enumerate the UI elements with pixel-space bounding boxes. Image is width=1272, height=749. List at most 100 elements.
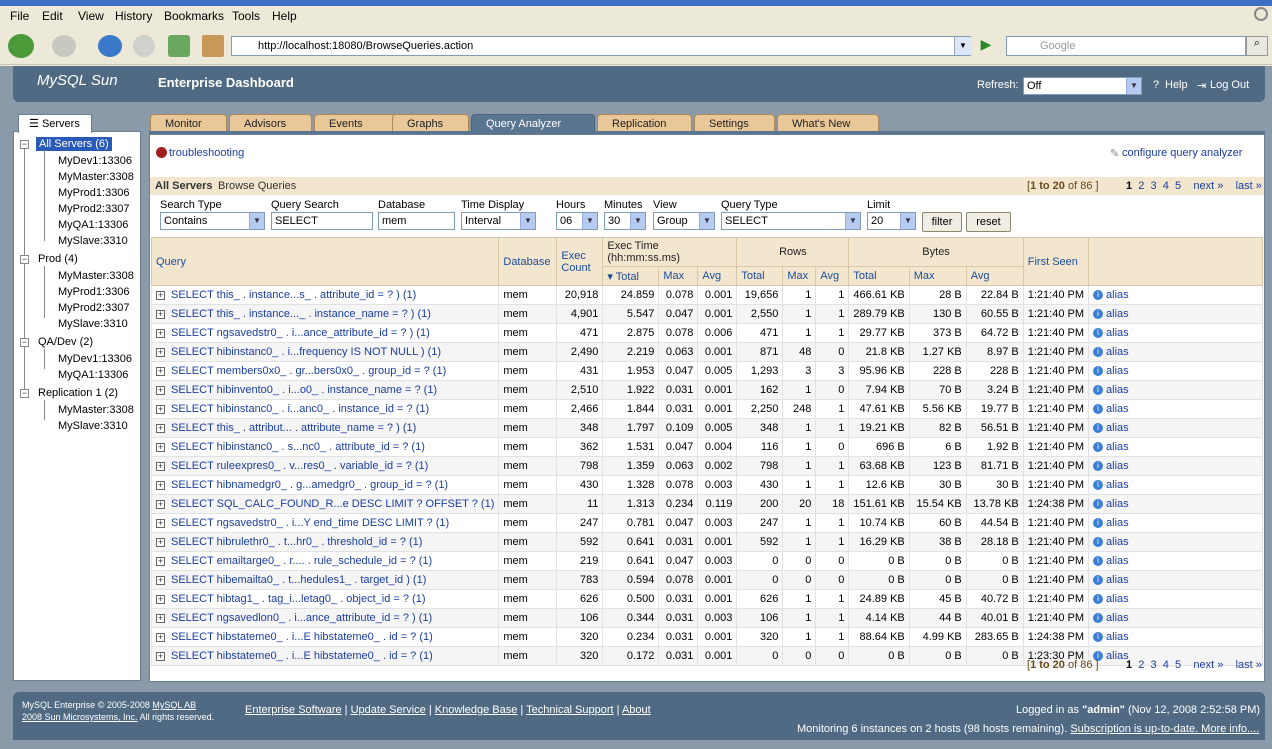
refresh-select[interactable]: Off ▼ [1023,77,1142,95]
query-cell[interactable]: + SELECT hibemailta0_ . t...hedules1_ . t… [150,570,500,590]
col-rows-avg[interactable]: Avg [815,266,850,286]
sun-link[interactable]: 2008 Sun Microsystems, Inc. [22,712,138,722]
query-cell[interactable]: + SELECT hibrulethr0_ . t...hr0_ . thresh… [150,532,500,552]
technical-support-link[interactable]: Technical Support [526,704,613,716]
expand-icon[interactable]: + [156,461,165,471]
alias-cell[interactable]: i alias [1088,551,1263,571]
alias-link[interactable]: alias [1106,346,1129,358]
query-cell[interactable]: + SELECT ngsavedstr0_ . i...Y end_time DE… [150,513,500,533]
page-link[interactable]: 3 [1151,180,1157,192]
alias-cell[interactable]: i alias [1088,608,1263,628]
alias-cell[interactable]: i alias [1088,513,1263,533]
help-link[interactable]: Help [1165,79,1188,91]
expand-icon[interactable]: + [156,575,165,585]
last-link[interactable]: last » [1236,659,1262,671]
col-bytes-total[interactable]: Total [848,266,910,286]
col-database[interactable]: Database [498,237,558,286]
expand-icon[interactable]: + [156,632,165,642]
query-type-select[interactable]: SELECT ▼ [721,212,861,230]
menu-edit[interactable]: Edit [42,9,63,23]
tree-item-server[interactable]: MyQA1:13306 [58,219,128,231]
expand-icon[interactable]: + [156,404,165,414]
collapse-icon[interactable]: − [20,389,29,398]
tree-item-server[interactable]: MySlave:3310 [58,420,128,432]
tree-item-server[interactable]: MyProd2:3307 [58,203,130,215]
alias-cell[interactable]: i alias [1088,532,1263,552]
alias-cell[interactable]: i alias [1088,323,1263,343]
configure-query-analyzer-link[interactable]: configure query analyzer [1122,147,1242,159]
alias-cell[interactable]: i alias [1088,418,1263,438]
about-link[interactable]: About [622,704,651,716]
query-cell[interactable]: + SELECT hibinstanc0_ . i...anc0_ . insta… [150,399,500,419]
query-search-input[interactable]: SELECT [271,212,373,230]
query-cell[interactable]: + SELECT SQL_CALC_FOUND_R...e DESC LIMIT … [150,494,500,514]
expand-icon[interactable]: + [156,290,165,300]
alias-cell[interactable]: i alias [1088,570,1263,590]
query-cell[interactable]: + SELECT members0x0_ . gr...bers0x0_ . gr… [150,361,500,381]
menu-file[interactable]: File [10,9,29,23]
alias-link[interactable]: alias [1106,517,1129,529]
alias-cell[interactable]: i alias [1088,456,1263,476]
expand-icon[interactable]: + [156,423,165,433]
query-cell[interactable]: + SELECT hibinvento0_ . i...o0_ . instanc… [150,380,500,400]
query-cell[interactable]: + SELECT emailtarge0_ . r.... . rule_sche… [150,551,500,571]
col-exec-count[interactable]: Exec Count [556,237,604,286]
expand-icon[interactable]: + [156,518,165,528]
page-link[interactable]: 4 [1163,180,1169,192]
alias-cell[interactable]: i alias [1088,380,1263,400]
enterprise-software-link[interactable]: Enterprise Software [245,704,342,716]
alias-link[interactable]: alias [1106,536,1129,548]
alias-link[interactable]: alias [1106,631,1129,643]
tree-item-server[interactable]: MyMaster:3308 [58,171,134,183]
home-icon[interactable] [202,35,224,57]
minutes-select[interactable]: 30 ▼ [604,212,646,230]
alias-link[interactable]: alias [1106,384,1129,396]
stop-icon[interactable] [133,35,155,57]
tree-group-all-servers[interactable]: All Servers (6) [36,137,112,151]
go-icon[interactable]: ▶ [976,36,996,56]
mysql-ab-link[interactable]: MySQL AB [152,700,196,710]
page-link[interactable]: 2 [1138,180,1144,192]
knowledge-base-link[interactable]: Knowledge Base [435,704,518,716]
hours-select[interactable]: 06 ▼ [556,212,598,230]
col-rows-max[interactable]: Max [782,266,817,286]
expand-icon[interactable]: + [156,594,165,604]
alias-cell[interactable]: i alias [1088,342,1263,362]
query-cell[interactable]: + SELECT hibnamedgr0_ . g...amedgr0_ . gr… [150,475,500,495]
menu-view[interactable]: View [78,9,104,23]
page-link[interactable]: 5 [1175,659,1181,671]
col-exec-time-total[interactable]: ▾ Total [602,266,660,286]
col-bytes-max[interactable]: Max [908,266,967,286]
search-icon[interactable]: ⌕ [1246,36,1268,56]
query-cell[interactable]: + SELECT hibstateme0_ . i...E hibstateme0… [150,627,500,647]
page-link[interactable]: 4 [1163,659,1169,671]
col-exec-time-max[interactable]: Max [658,266,699,286]
subscription-link[interactable]: Subscription is up-to-date. More info...… [1070,723,1259,735]
alias-link[interactable]: alias [1106,612,1129,624]
collapse-icon[interactable]: − [20,338,29,347]
expand-icon[interactable]: + [156,442,165,452]
alias-link[interactable]: alias [1106,460,1129,472]
query-cell[interactable]: + SELECT this_ . attribut... . attribute_… [150,418,500,438]
tree-item-server[interactable]: MyMaster:3308 [58,404,134,416]
query-cell[interactable]: + SELECT ruleexpres0_ . v...res0_ . varia… [150,456,500,476]
limit-select[interactable]: 20 ▼ [867,212,916,230]
col-exec-time-avg[interactable]: Avg [697,266,738,286]
query-cell[interactable]: + SELECT hibinstanc0_ . s...nc0_ . attrib… [150,437,500,457]
col-query[interactable]: Query [150,237,500,286]
expand-icon[interactable]: + [156,328,165,338]
alias-link[interactable]: alias [1106,479,1129,491]
database-input[interactable]: mem [378,212,455,230]
tree-item-server[interactable]: MyDev1:13306 [58,353,132,365]
url-dropdown-icon[interactable]: ▼ [954,37,971,55]
col-bytes-avg[interactable]: Avg [965,266,1024,286]
page-link[interactable]: 1 [1126,180,1132,192]
alias-cell[interactable]: i alias [1088,437,1263,457]
tree-item-server[interactable]: MyProd1:3306 [58,286,130,298]
expand-icon[interactable]: + [156,385,165,395]
alias-link[interactable]: alias [1106,574,1129,586]
query-cell[interactable]: + SELECT hibtag1_ . tag_i...letag0_ . obj… [150,589,500,609]
expand-icon[interactable]: + [156,480,165,490]
tree-item-server[interactable]: MyProd1:3306 [58,187,130,199]
alias-cell[interactable]: i alias [1088,627,1263,647]
